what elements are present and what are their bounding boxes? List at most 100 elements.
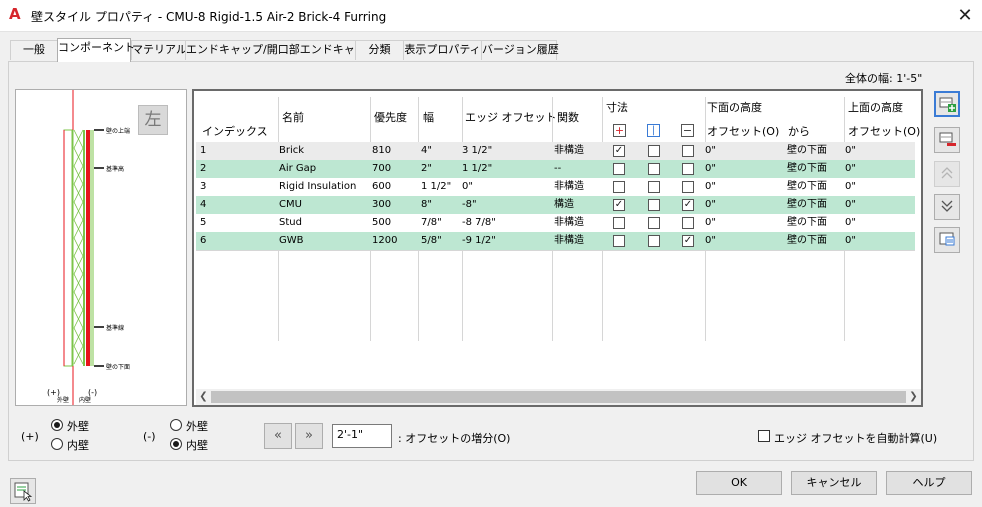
col-width-header[interactable]: 幅: [423, 109, 434, 125]
cell-priority[interactable]: 600: [372, 178, 391, 195]
ext-group-exterior-radio[interactable]: [51, 419, 63, 431]
cell-width[interactable]: 1 1/2": [421, 178, 451, 195]
offset-decrease-button[interactable]: «: [264, 423, 292, 449]
cell-function[interactable]: 非構造: [554, 232, 584, 249]
cell-bottom-offset[interactable]: 0": [705, 178, 716, 195]
tab-version-history[interactable]: バージョン履歴: [481, 40, 559, 60]
cell-bottom-from[interactable]: 壁の下面: [787, 232, 827, 249]
cell-bottom-from[interactable]: 壁の下面: [787, 178, 827, 195]
cell-width[interactable]: 2": [421, 160, 432, 177]
dim-exterior-checkbox[interactable]: [613, 235, 625, 247]
col-index-header[interactable]: インデックス: [202, 123, 268, 139]
cell-bottom-from[interactable]: 壁の下面: [787, 142, 827, 159]
table-row[interactable]: 6 GWB 1200 5/8" -9 1/2" 非構造 ✓ 0" 壁の下面 0": [196, 232, 915, 250]
dim-exterior-checkbox[interactable]: ✓: [613, 199, 625, 211]
table-row[interactable]: 5 Stud 500 7/8" -8 7/8" 非構造 0" 壁の下面 0": [196, 214, 915, 232]
col-bottom-from-header[interactable]: から: [788, 123, 810, 139]
move-up-button[interactable]: [934, 161, 960, 187]
col-top-height-header[interactable]: 上面の高度: [848, 99, 903, 115]
dim-exterior-checkbox[interactable]: [613, 181, 625, 193]
int-group-interior-radio[interactable]: [170, 438, 182, 450]
tab-materials[interactable]: マテリアル: [131, 40, 187, 60]
dim-exterior-checkbox[interactable]: ✓: [613, 145, 625, 157]
cell-edge-offset[interactable]: -8": [462, 196, 477, 213]
dim-center-checkbox[interactable]: [648, 163, 660, 175]
col-priority-header[interactable]: 優先度: [374, 109, 407, 125]
table-row[interactable]: 2 Air Gap 700 2" 1 1/2" -- 0" 壁の下面 0": [196, 160, 915, 178]
cell-edge-offset[interactable]: 0": [462, 178, 473, 195]
offset-increase-button[interactable]: »: [295, 423, 323, 449]
cell-priority[interactable]: 810: [372, 142, 391, 159]
cell-top-offset[interactable]: 0": [845, 232, 856, 249]
cell-bottom-from[interactable]: 壁の下面: [787, 160, 827, 177]
dim-interior-checkbox[interactable]: ✓: [682, 199, 694, 211]
cell-priority[interactable]: 300: [372, 196, 391, 213]
auto-edge-offset-label[interactable]: エッジ オフセットを自動計算(U): [774, 430, 937, 446]
auto-edge-offset-checkbox[interactable]: [758, 430, 770, 442]
col-name-header[interactable]: 名前: [282, 109, 304, 125]
dim-center-checkbox[interactable]: [648, 181, 660, 193]
cell-top-offset[interactable]: 0": [845, 178, 856, 195]
int-group-exterior-radio[interactable]: [170, 419, 182, 431]
cell-bottom-from[interactable]: 壁の下面: [787, 196, 827, 213]
cell-bottom-from[interactable]: 壁の下面: [787, 214, 827, 231]
tab-classifications[interactable]: 分類: [355, 40, 404, 60]
cell-name[interactable]: Stud: [279, 214, 302, 231]
col-top-offset-header[interactable]: オフセット(O): [848, 123, 920, 139]
dim-interior-checkbox[interactable]: [682, 163, 694, 175]
cell-bottom-offset[interactable]: 0": [705, 160, 716, 177]
cell-name[interactable]: Rigid Insulation: [279, 178, 356, 195]
move-down-button[interactable]: [934, 194, 960, 220]
ext-group-interior-label[interactable]: 内壁: [67, 437, 89, 453]
cell-width[interactable]: 5/8": [421, 232, 442, 249]
dim-exterior-checkbox[interactable]: [613, 217, 625, 229]
offset-increment-input[interactable]: 2'-1": [332, 424, 392, 448]
col-dimension-header[interactable]: 寸法: [606, 99, 628, 115]
dim-center-checkbox[interactable]: [648, 145, 660, 157]
delete-component-button[interactable]: [934, 127, 960, 153]
view-left-button[interactable]: 左: [138, 105, 168, 135]
table-row[interactable]: 1 Brick 810 4" 3 1/2" 非構造 ✓ 0" 壁の下面 0": [196, 142, 915, 160]
cell-name[interactable]: Air Gap: [279, 160, 316, 177]
cell-width[interactable]: 7/8": [421, 214, 442, 231]
component-list-button[interactable]: [934, 227, 960, 253]
add-component-button[interactable]: [934, 91, 960, 117]
int-group-interior-label[interactable]: 内壁: [186, 437, 208, 453]
cell-priority[interactable]: 500: [372, 214, 391, 231]
dim-exterior-checkbox[interactable]: [613, 163, 625, 175]
dim-center-checkbox[interactable]: [648, 217, 660, 229]
scroll-right-icon[interactable]: ❯: [906, 389, 921, 405]
cell-bottom-offset[interactable]: 0": [705, 142, 716, 159]
cell-name[interactable]: CMU: [279, 196, 302, 213]
int-group-exterior-label[interactable]: 外壁: [186, 418, 208, 434]
cell-top-offset[interactable]: 0": [845, 214, 856, 231]
scrollbar-thumb[interactable]: [211, 391, 906, 403]
col-function-header[interactable]: 関数: [557, 109, 579, 125]
cell-top-offset[interactable]: 0": [845, 160, 856, 177]
dim-center-checkbox[interactable]: [648, 199, 660, 211]
cell-edge-offset[interactable]: -8 7/8": [462, 214, 496, 231]
dim-interior-checkbox[interactable]: [682, 145, 694, 157]
cell-function[interactable]: 非構造: [554, 142, 584, 159]
ext-group-interior-radio[interactable]: [51, 438, 63, 450]
scroll-left-icon[interactable]: ❮: [196, 389, 211, 405]
tab-display-properties[interactable]: 表示プロパティ: [403, 40, 482, 60]
cell-function[interactable]: 非構造: [554, 178, 584, 195]
cell-function[interactable]: 非構造: [554, 214, 584, 231]
dim-interior-checkbox[interactable]: [682, 217, 694, 229]
cell-priority[interactable]: 1200: [372, 232, 397, 249]
select-component-button[interactable]: [10, 478, 36, 504]
cell-function[interactable]: 構造: [554, 196, 574, 213]
cell-top-offset[interactable]: 0": [845, 196, 856, 213]
cell-edge-offset[interactable]: 3 1/2": [462, 142, 492, 159]
tab-endcaps[interactable]: エンドキャップ/開口部エンドキャップ: [185, 40, 377, 60]
table-row[interactable]: 3 Rigid Insulation 600 1 1/2" 0" 非構造 0" …: [196, 178, 915, 196]
ok-button[interactable]: OK: [696, 471, 782, 495]
table-row[interactable]: 4 CMU 300 8" -8" 構造 ✓ ✓ 0" 壁の下面 0": [196, 196, 915, 214]
cell-top-offset[interactable]: 0": [845, 142, 856, 159]
cell-bottom-offset[interactable]: 0": [705, 196, 716, 213]
cell-bottom-offset[interactable]: 0": [705, 232, 716, 249]
cell-priority[interactable]: 700: [372, 160, 391, 177]
col-bottom-offset-header[interactable]: オフセット(O): [707, 123, 779, 139]
cell-name[interactable]: Brick: [279, 142, 304, 159]
